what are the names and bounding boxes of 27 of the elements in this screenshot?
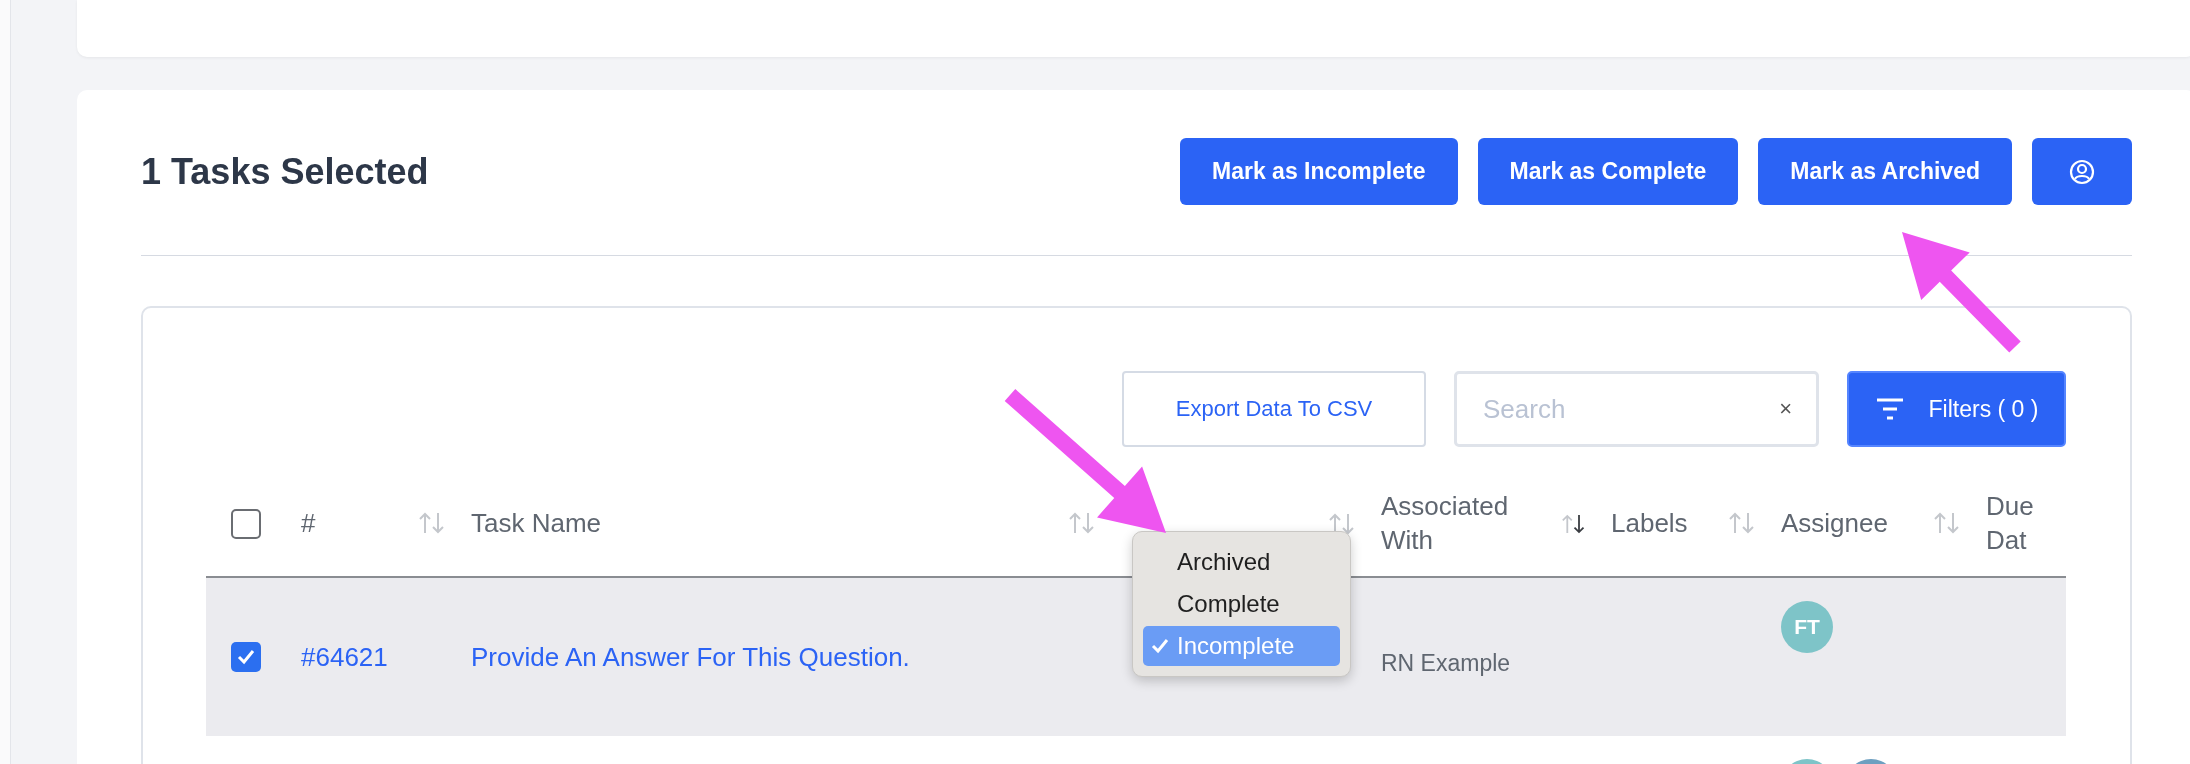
clear-button[interactable]: × bbox=[1779, 396, 1792, 422]
action-button[interactable]: Mark as Archived bbox=[1758, 138, 2012, 205]
column-header: Task Name bbox=[471, 506, 602, 540]
check-icon bbox=[237, 649, 255, 665]
filter-icon bbox=[1874, 397, 1905, 421]
search-field[interactable]: Search × bbox=[1454, 371, 1819, 447]
user-button[interactable] bbox=[2032, 138, 2132, 205]
action-button[interactable]: Mark as Incomplete bbox=[1180, 138, 1458, 205]
column-header: Due Dat bbox=[1986, 489, 2035, 557]
column-header: Labels bbox=[1611, 506, 1688, 540]
row-checkbox[interactable] bbox=[231, 642, 261, 672]
associated-with: RN Example bbox=[1381, 649, 1511, 677]
assignee-avatar: FT bbox=[1781, 601, 1833, 653]
column-header: Assignee bbox=[1781, 506, 1888, 540]
column-header: # bbox=[301, 506, 316, 540]
select-all-checkbox[interactable] bbox=[231, 508, 261, 539]
task-id-link[interactable]: #64621 bbox=[301, 641, 388, 673]
column-header: Associated With bbox=[1381, 489, 1510, 557]
action-button[interactable]: Mark as Complete bbox=[1477, 138, 1739, 205]
user-icon bbox=[2069, 158, 2095, 185]
check-icon bbox=[1151, 638, 1169, 654]
menu-option[interactable]: Complete bbox=[1143, 584, 1340, 624]
task-name-link[interactable]: Provide An Answer For This Question. bbox=[471, 641, 910, 673]
menu-option[interactable]: Incomplete bbox=[1143, 626, 1340, 666]
filters-button[interactable]: Filters ( 0 ) bbox=[1847, 371, 2066, 447]
selection-title: 1 Tasks Selected bbox=[141, 150, 430, 193]
export-button[interactable]: Export Data To CSV bbox=[1122, 371, 1426, 447]
